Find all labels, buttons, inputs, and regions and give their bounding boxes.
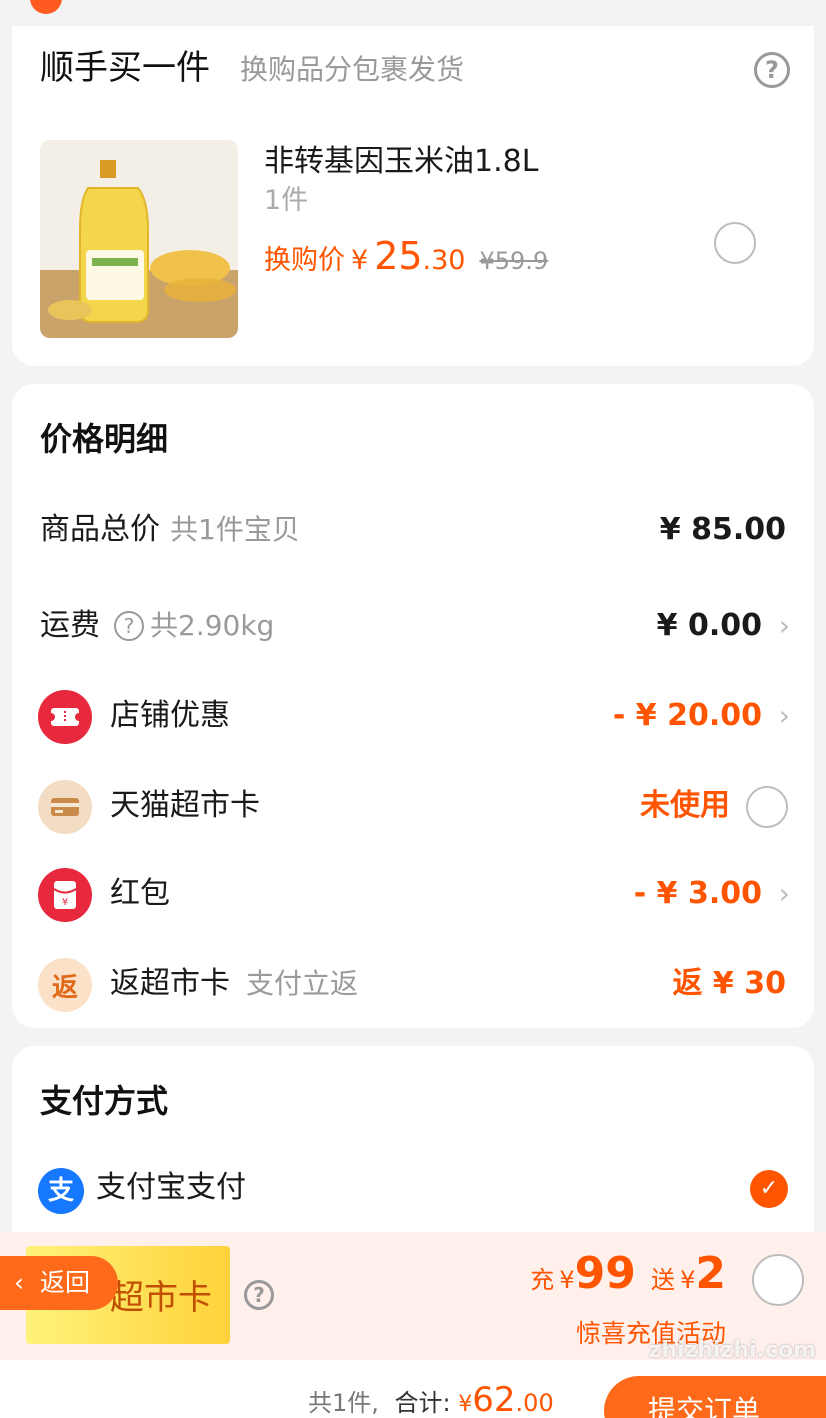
product-price: 换购价 ¥25.30 ¥59.9 <box>264 234 548 278</box>
addon-title: 顺手买一件 <box>40 48 210 88</box>
addon-subtitle: 换购品分包裹发货 <box>240 53 465 86</box>
svg-text:¥: ¥ <box>62 897 68 908</box>
watermark: zhizhizhi.com <box>648 1338 816 1363</box>
row-label: 返超市卡 <box>110 966 230 1001</box>
row-supermarket-card[interactable]: 天猫超市卡 未使用 <box>12 776 814 836</box>
row-label: 店铺优惠 <box>110 698 230 733</box>
product-quantity: 1件 <box>264 185 309 216</box>
row-value: - ¥ 20.00 <box>612 698 762 733</box>
help-icon[interactable]: ? <box>114 611 144 641</box>
app-icon <box>30 0 62 14</box>
price-decimal: .30 <box>422 245 466 276</box>
row-sublabel: 共2.90kg <box>150 609 275 642</box>
total-decimal: .00 <box>515 1389 554 1417</box>
row-label: 红包 <box>110 876 170 911</box>
row-label: 运费 <box>40 608 100 643</box>
row-label: 天猫超市卡 <box>110 788 260 823</box>
card-icon <box>38 780 92 834</box>
promo-card-text: 超市卡 <box>110 1278 212 1318</box>
chevron-right-icon: › <box>778 699 790 732</box>
row-value: ¥ 0.00 <box>656 608 762 643</box>
charge-label: 充 <box>530 1266 555 1294</box>
price-detail-title: 价格明细 <box>40 420 169 458</box>
row-shop-discount[interactable]: 店铺优惠 - ¥ 20.00 › <box>12 686 814 746</box>
row-sublabel: 共1件宝贝 <box>170 513 300 546</box>
back-button[interactable]: ‹ 返回 <box>0 1256 118 1310</box>
row-value: - ¥ 3.00 <box>633 876 762 911</box>
addon-card: 顺手买一件 换购品分包裹发货 ? 非转基因玉米油1.8L 1件 换购价 ¥25.3… <box>12 26 814 366</box>
gift-label: 送 <box>651 1266 675 1294</box>
price-label: 换购价 <box>264 245 345 276</box>
price-detail-card: 价格明细 商品总价 共1件宝贝 ¥ 85.00 运费? 共2.90kg ¥ 0.00… <box>12 384 814 1028</box>
price-currency: ¥ <box>351 245 369 276</box>
hongbao-icon: ¥ <box>38 868 92 922</box>
payment-method-label[interactable]: 支付宝支付 <box>96 1170 246 1206</box>
product-name: 非转基因玉米油1.8L <box>264 144 539 179</box>
charge-amount: 99 <box>574 1248 636 1299</box>
chevron-right-icon: › <box>778 877 790 910</box>
rebate-icon: 返 <box>38 958 92 1012</box>
promo-offer: 充 ¥99 送 ¥2 <box>530 1248 726 1299</box>
promo-select-radio[interactable] <box>752 1254 804 1306</box>
supermarket-card-radio[interactable] <box>746 786 788 828</box>
submit-order-button[interactable]: 提交订单 <box>604 1376 826 1418</box>
gift-amount: 2 <box>695 1248 726 1299</box>
row-value: ¥ 85.00 <box>659 512 786 547</box>
price-integer: 25 <box>374 234 423 278</box>
help-icon[interactable]: ? <box>244 1280 274 1310</box>
coupon-icon <box>38 690 92 744</box>
total-currency: ¥ <box>458 1392 473 1417</box>
row-hongbao[interactable]: ¥ 红包 - ¥ 3.00 › <box>12 864 814 924</box>
charge-currency: ¥ <box>559 1266 575 1294</box>
back-arrow-icon: ‹ <box>14 1268 24 1297</box>
original-price: ¥59.9 <box>479 247 549 275</box>
row-shipping[interactable]: 运费? 共2.90kg ¥ 0.00 › <box>12 596 814 656</box>
product-image <box>40 140 238 338</box>
payment-title: 支付方式 <box>40 1082 169 1120</box>
chevron-right-icon: › <box>778 609 790 642</box>
row-label: 商品总价 <box>40 512 160 547</box>
total-label: 合计: <box>394 1389 451 1417</box>
row-goods-total: 商品总价 共1件宝贝 ¥ 85.00 <box>12 500 814 560</box>
back-label: 返回 <box>39 1268 90 1297</box>
help-icon[interactable]: ? <box>754 52 790 88</box>
row-value: 返 ¥ 30 <box>672 966 786 1001</box>
row-value: 未使用 <box>640 788 730 823</box>
total-integer: 62 <box>472 1380 516 1418</box>
status-strip <box>0 0 826 14</box>
item-count: 共1件, <box>308 1389 379 1417</box>
alipay-icon: 支 <box>38 1168 84 1214</box>
order-total: 共1件, 合计: ¥62.00 <box>308 1380 554 1418</box>
checkout-bar: 共1件, 合计: ¥62.00 提交订单 <box>0 1360 826 1418</box>
row-rebate: 返 返超市卡 支付立返 返 ¥ 30 <box>12 954 814 1014</box>
row-sublabel: 支付立返 <box>246 967 359 1000</box>
check-icon[interactable]: ✓ <box>750 1170 788 1208</box>
gift-currency: ¥ <box>680 1266 696 1294</box>
addon-select-radio[interactable] <box>714 222 756 264</box>
